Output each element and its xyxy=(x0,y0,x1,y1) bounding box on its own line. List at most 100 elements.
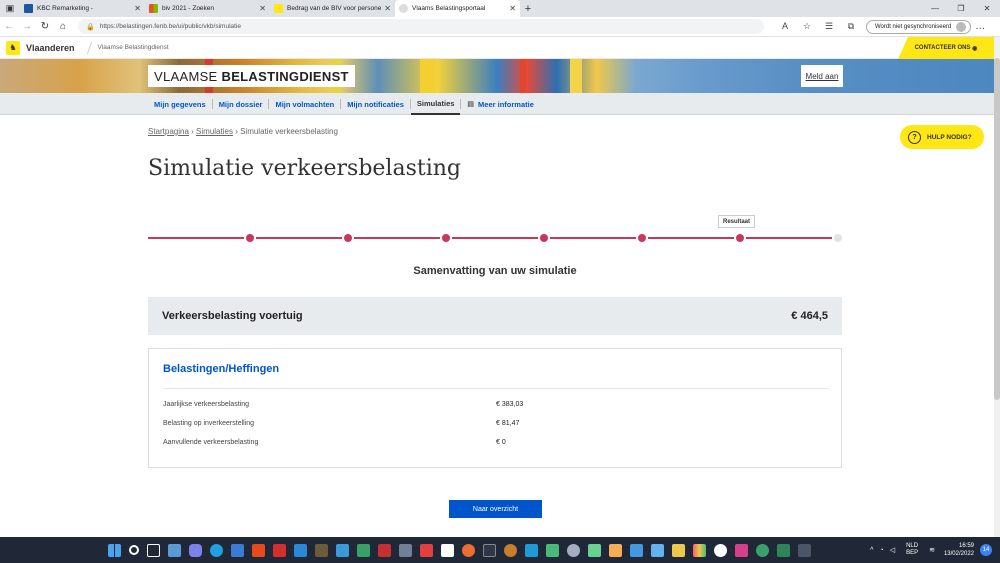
question-icon: ? xyxy=(908,130,921,144)
breadcrumb-simulaties[interactable]: Simulaties xyxy=(196,127,233,136)
nav-meer-informatie[interactable]: ▤ Meer informatie xyxy=(461,93,539,115)
collections-icon[interactable]: ⧉ xyxy=(840,21,862,32)
app-icon[interactable] xyxy=(357,543,370,557)
widgets-icon[interactable] xyxy=(168,543,181,557)
app-icon[interactable] xyxy=(777,543,790,557)
app-icon[interactable] xyxy=(462,543,475,557)
tab-actions-icon[interactable]: ▣ xyxy=(0,0,20,17)
app-icon[interactable] xyxy=(546,543,559,557)
help-button[interactable]: ? HULP NODIG? xyxy=(900,125,984,149)
url-field[interactable]: 🔒 https://belastingen.fenb.be/ui/public/… xyxy=(78,19,764,34)
login-button[interactable]: Meld aan xyxy=(801,65,843,87)
close-icon[interactable]: ✕ xyxy=(509,4,516,13)
browser-tab-2[interactable]: biv 2021 - Zoeken ✕ xyxy=(145,0,270,17)
profile-button[interactable]: Wordt niet gesynchroniseerd xyxy=(866,19,972,34)
stepper-step[interactable] xyxy=(736,234,744,242)
back-icon[interactable]: ← xyxy=(0,21,18,32)
stepper-step[interactable] xyxy=(442,234,450,242)
app-icon[interactable] xyxy=(504,543,517,557)
browser-tab-1[interactable]: KBC Remarketing - ✕ xyxy=(20,0,145,17)
contact-label: CONTACTEER ONS xyxy=(914,45,971,51)
site-header: ♞ Vlaanderen Vlaamse Belastingdienst CON… xyxy=(0,37,994,59)
nav-mijn-dossier[interactable]: Mijn dossier xyxy=(213,93,269,115)
app-icon[interactable] xyxy=(420,543,433,557)
app-icon[interactable] xyxy=(798,543,811,557)
teams-chat-icon[interactable] xyxy=(189,543,202,557)
app-icon[interactable] xyxy=(483,543,496,557)
divider xyxy=(163,388,829,389)
close-icon[interactable]: ✕ xyxy=(384,4,391,13)
app-icon[interactable] xyxy=(567,543,580,557)
mail-icon[interactable] xyxy=(294,543,307,557)
minimize-icon[interactable]: — xyxy=(922,0,948,17)
taskbar-apps xyxy=(104,537,815,563)
browser-tab-4[interactable]: Vlaams Belastingsportaal ✕ xyxy=(395,0,520,17)
close-icon[interactable]: ✕ xyxy=(134,4,141,13)
browser-tab-3[interactable]: Bedrag van de BIV voor persone ✕ xyxy=(270,0,395,17)
app-icon[interactable] xyxy=(588,543,601,557)
app-icon[interactable] xyxy=(714,543,727,557)
volume-icon[interactable]: ◁ xyxy=(890,546,895,554)
app-icon[interactable] xyxy=(315,543,328,557)
app-icon[interactable] xyxy=(735,543,748,557)
language-code: NLD xyxy=(906,543,919,549)
task-view-icon[interactable] xyxy=(147,543,160,557)
toolbar-icons: A ☆ ☰ ⧉ xyxy=(774,21,862,32)
app-icon[interactable] xyxy=(651,543,664,557)
favorites-icon[interactable]: ☰ xyxy=(818,21,840,32)
stepper-step[interactable] xyxy=(246,234,254,242)
sub-brand[interactable]: Vlaamse Belastingdienst xyxy=(98,44,169,51)
office-icon[interactable] xyxy=(252,543,265,557)
home-icon[interactable]: ⌂ xyxy=(54,21,72,32)
stepper-connector xyxy=(256,237,342,239)
edge-icon[interactable] xyxy=(210,543,223,557)
stepper-step[interactable] xyxy=(540,234,548,242)
breadcrumb-home[interactable]: Startpagina xyxy=(148,127,189,136)
scrollbar-thumb[interactable] xyxy=(994,58,1000,400)
app-icon[interactable] xyxy=(336,543,349,557)
refresh-icon[interactable]: ↻ xyxy=(36,21,54,32)
app-icon[interactable] xyxy=(630,543,643,557)
vlaanderen-logo[interactable]: ♞ Vlaanderen xyxy=(0,40,75,55)
search-icon[interactable] xyxy=(129,545,139,555)
browser-tab-strip: ▣ KBC Remarketing - ✕ biv 2021 - Zoeken … xyxy=(0,0,1000,17)
read-aloud-icon[interactable]: A xyxy=(774,21,796,32)
close-icon[interactable]: ✕ xyxy=(259,4,266,13)
new-tab-icon[interactable]: + xyxy=(520,3,536,15)
nav-simulaties[interactable]: Simulaties xyxy=(410,93,461,115)
overview-button[interactable]: Naar overzicht xyxy=(449,500,542,518)
notification-badge[interactable]: 14 xyxy=(980,544,992,556)
belastingdienst-logo[interactable]: VLAAMSE BELASTINGDIENST xyxy=(148,65,355,87)
nav-mijn-gegevens[interactable]: Mijn gegevens xyxy=(148,93,212,115)
windows-start-icon[interactable] xyxy=(108,543,121,557)
chat-icon: ◉ xyxy=(972,45,978,52)
contact-button[interactable]: CONTACTEER ONS ◉ xyxy=(898,37,994,59)
app-icon[interactable] xyxy=(399,543,412,557)
chevron-up-icon[interactable]: ^ xyxy=(870,547,873,554)
app-icon[interactable] xyxy=(441,543,454,557)
detail-label: Belasting op inverkeerstelling xyxy=(163,420,255,427)
favorite-star-icon[interactable]: ☆ xyxy=(796,21,818,32)
app-icon[interactable] xyxy=(756,543,769,557)
network-icon[interactable]: ◔ xyxy=(879,547,883,554)
clock[interactable]: 16:59 13/02/2022 xyxy=(944,542,974,558)
nav-mijn-volmachten[interactable]: Mijn volmachten xyxy=(269,93,340,115)
forward-icon[interactable]: → xyxy=(18,21,36,32)
close-window-icon[interactable]: ✕ xyxy=(974,0,1000,17)
app-icon[interactable] xyxy=(693,543,706,557)
stepper-step[interactable] xyxy=(638,234,646,242)
app-icon[interactable] xyxy=(672,543,685,557)
stepper-step[interactable] xyxy=(344,234,352,242)
store-icon[interactable] xyxy=(231,543,244,557)
more-options-icon[interactable]: … xyxy=(971,21,989,32)
language-indicator[interactable]: NLD BEP xyxy=(906,543,918,557)
stepper-step[interactable] xyxy=(834,234,842,242)
app-icon[interactable] xyxy=(525,543,538,557)
acrobat-icon[interactable] xyxy=(273,543,286,557)
stepper-connector xyxy=(354,237,440,239)
nav-mijn-notificaties[interactable]: Mijn notificaties xyxy=(341,93,410,115)
app-icon[interactable] xyxy=(609,543,622,557)
app-icon[interactable] xyxy=(378,543,391,557)
restore-icon[interactable]: ❐ xyxy=(948,0,974,17)
wifi-icon[interactable]: ≋ xyxy=(929,546,935,554)
